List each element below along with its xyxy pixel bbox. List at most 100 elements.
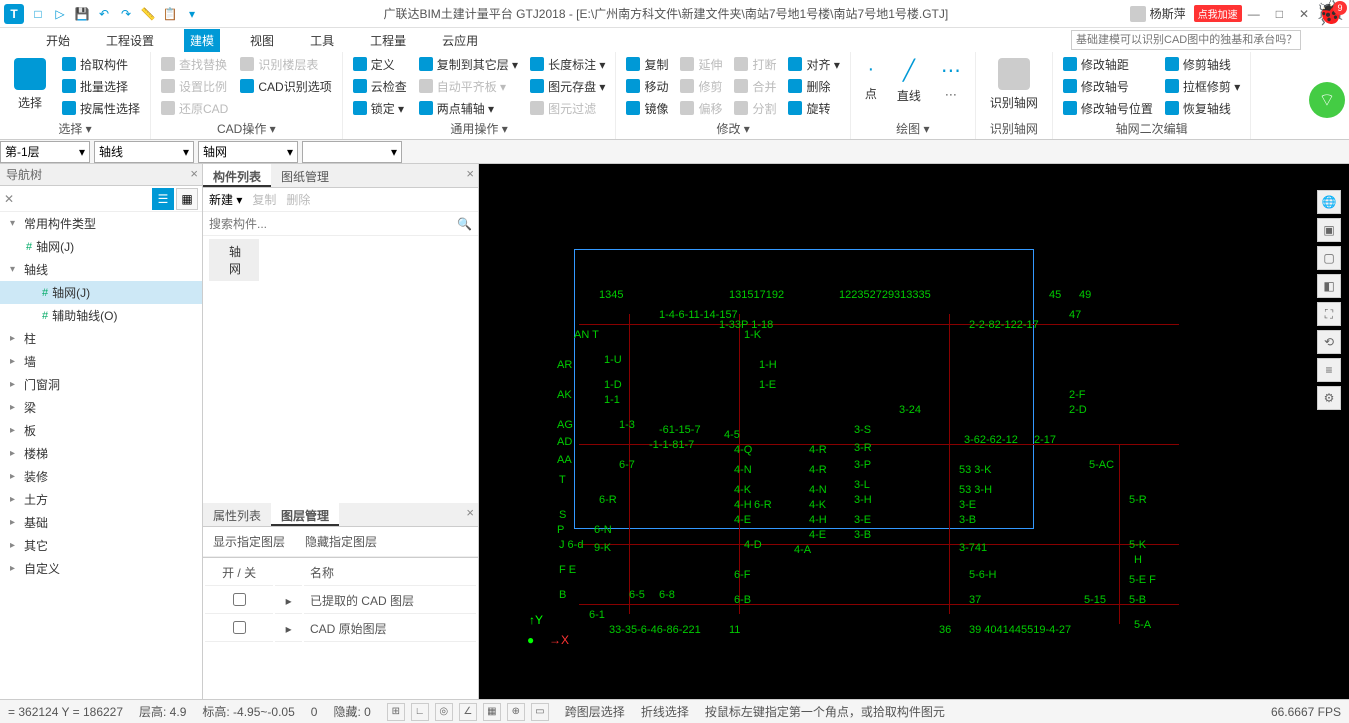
auto-level-button[interactable]: 自动平齐板 ▾ xyxy=(415,76,522,96)
paste-icon[interactable]: 📋 xyxy=(160,4,180,24)
top-view-icon[interactable]: ▢ xyxy=(1317,246,1341,270)
fit-icon[interactable]: ⛶ xyxy=(1317,302,1341,326)
close-icon[interactable]: × xyxy=(466,505,474,520)
tree-stair[interactable]: ▸楼梯 xyxy=(0,442,202,465)
aux-axis-button[interactable]: 两点辅轴 ▾ xyxy=(415,98,522,118)
track-icon[interactable]: ⊕ xyxy=(507,703,525,721)
polyline-toggle[interactable]: 折线选择 xyxy=(641,703,689,720)
tree-aux-axis[interactable]: #辅助轴线(O) xyxy=(0,304,202,327)
family-selector[interactable]: 轴线▾ xyxy=(94,141,194,163)
layer-checkbox[interactable] xyxy=(233,621,246,634)
layer-row[interactable]: ▸CAD 原始图层 xyxy=(205,616,476,642)
hide-layer-button[interactable]: 隐藏指定图层 xyxy=(305,533,377,550)
tree-grid-j1[interactable]: #轴网(J) xyxy=(0,235,202,258)
new-component-button[interactable]: 新建 ▾ xyxy=(209,191,242,208)
minimize-button[interactable]: — xyxy=(1242,5,1266,23)
ribbon-label-common[interactable]: 通用操作 ▾ xyxy=(349,118,610,139)
globe-icon[interactable]: 🌐 xyxy=(1317,190,1341,214)
cad-options-button[interactable]: CAD识别选项 xyxy=(236,76,335,96)
snap-icon[interactable]: ⊞ xyxy=(387,703,405,721)
tree-decor[interactable]: ▸装修 xyxy=(0,465,202,488)
type-selector[interactable]: 轴网▾ xyxy=(198,141,298,163)
menu-project[interactable]: 工程设置 xyxy=(100,29,160,52)
accel-badge[interactable]: 点我加速 xyxy=(1194,5,1242,22)
more-icon[interactable]: ▾ xyxy=(182,4,202,24)
mod-position-button[interactable]: 修改轴号位置 xyxy=(1059,98,1157,118)
dim-button[interactable]: 长度标注 ▾ xyxy=(526,54,609,74)
menu-tools[interactable]: 工具 xyxy=(304,29,340,52)
wifi-icon[interactable]: ⌔ xyxy=(1309,82,1345,118)
tree-beam[interactable]: ▸梁 xyxy=(0,396,202,419)
select-button[interactable]: 选择 xyxy=(6,54,54,115)
angle-icon[interactable]: ∠ xyxy=(459,703,477,721)
new-icon[interactable]: □ xyxy=(28,4,48,24)
tree-wall[interactable]: ▸墙 xyxy=(0,350,202,373)
move-button[interactable]: 移动 xyxy=(622,76,672,96)
ribbon-label-cad[interactable]: CAD操作 ▾ xyxy=(157,118,336,139)
tree-column[interactable]: ▸柱 xyxy=(0,327,202,350)
property-select-button[interactable]: 按属性选择 xyxy=(58,98,144,118)
rotate-button[interactable]: 旋转 xyxy=(784,98,843,118)
user-info[interactable]: 杨斯萍 xyxy=(1130,5,1186,22)
tab-layers[interactable]: 图层管理 xyxy=(271,503,339,526)
open-icon[interactable]: ▷ xyxy=(50,4,70,24)
ribbon-label-modify[interactable]: 修改 ▾ xyxy=(622,118,843,139)
menu-start[interactable]: 开始 xyxy=(40,29,76,52)
grid-icon[interactable]: ▦ xyxy=(483,703,501,721)
help-search-input[interactable] xyxy=(1071,30,1301,50)
close-button[interactable]: ✕ xyxy=(1293,5,1315,23)
osnap-icon[interactable]: ◎ xyxy=(435,703,453,721)
cross-layer-toggle[interactable]: 跨图层选择 xyxy=(565,703,625,720)
close-icon[interactable]: × xyxy=(190,166,198,181)
tree-slab[interactable]: ▸板 xyxy=(0,419,202,442)
box-trim-button[interactable]: 拉框修剪 ▾ xyxy=(1161,76,1244,96)
tree-grid-j2[interactable]: #轴网(J) xyxy=(0,281,202,304)
drawing-canvas[interactable]: 134513151719212235272931333545491-4-6-11… xyxy=(479,164,1349,707)
dyn-icon[interactable]: ▭ xyxy=(531,703,549,721)
view-list-button[interactable]: ▦ xyxy=(176,188,198,210)
refresh-icon[interactable]: ⟲ xyxy=(1317,330,1341,354)
close-icon[interactable]: × xyxy=(466,166,474,181)
menu-quantity[interactable]: 工程量 xyxy=(364,29,412,52)
mirror-button[interactable]: 镜像 xyxy=(622,98,672,118)
tree-opening[interactable]: ▸门窗洞 xyxy=(0,373,202,396)
tree-foundation[interactable]: ▸基础 xyxy=(0,511,202,534)
tree-axes[interactable]: ▾轴线 xyxy=(0,258,202,281)
show-layer-button[interactable]: 显示指定图层 xyxy=(213,533,285,550)
ruler-icon[interactable]: 📏 xyxy=(138,4,158,24)
batch-select-button[interactable]: 批量选择 xyxy=(58,76,144,96)
tab-drawings[interactable]: 图纸管理 xyxy=(271,164,339,187)
view-grid-button[interactable]: ☰ xyxy=(152,188,174,210)
menu-cloud[interactable]: 云应用 xyxy=(436,29,484,52)
tab-components[interactable]: 构件列表 xyxy=(203,164,271,187)
ortho-icon[interactable]: ∟ xyxy=(411,703,429,721)
layer-checkbox[interactable] xyxy=(233,593,246,606)
copy-to-floor-button[interactable]: 复制到其它层 ▾ xyxy=(415,54,522,74)
cloud-check-button[interactable]: 云检查 xyxy=(349,76,411,96)
lock-button[interactable]: 锁定 ▾ xyxy=(349,98,411,118)
save-icon[interactable]: 💾 xyxy=(72,4,92,24)
tree-other[interactable]: ▸其它 xyxy=(0,534,202,557)
mod-spacing-button[interactable]: 修改轴距 xyxy=(1059,54,1157,74)
maximize-button[interactable]: □ xyxy=(1270,5,1289,23)
tab-properties[interactable]: 属性列表 xyxy=(203,503,271,526)
search-icon[interactable]: 🔍 xyxy=(457,217,472,231)
undo-icon[interactable]: ↶ xyxy=(94,4,114,24)
menu-model[interactable]: 建模 xyxy=(184,29,220,52)
tree-common[interactable]: ▾常用构件类型 xyxy=(0,212,202,235)
settings-icon[interactable]: ⚙ xyxy=(1317,386,1341,410)
align-button[interactable]: 对齐 ▾ xyxy=(784,54,843,74)
tree-earth[interactable]: ▸土方 xyxy=(0,488,202,511)
component-item[interactable]: 轴网 xyxy=(209,239,259,281)
delete-button[interactable]: 删除 xyxy=(784,76,843,96)
ribbon-label-select[interactable]: 选择 ▾ xyxy=(6,118,144,139)
save-element-button[interactable]: 图元存盘 ▾ xyxy=(526,76,609,96)
iso-view-icon[interactable]: ◧ xyxy=(1317,274,1341,298)
component-search-input[interactable] xyxy=(209,217,457,231)
cube-3d-icon[interactable]: ▣ xyxy=(1317,218,1341,242)
trim-axis-button[interactable]: 修剪轴线 xyxy=(1161,54,1244,74)
identify-grid-button[interactable]: 识别轴网 xyxy=(982,54,1046,115)
mod-number-button[interactable]: 修改轴号 xyxy=(1059,76,1157,96)
copy-button[interactable]: 复制 xyxy=(622,54,672,74)
instance-selector[interactable]: ▾ xyxy=(302,141,402,163)
